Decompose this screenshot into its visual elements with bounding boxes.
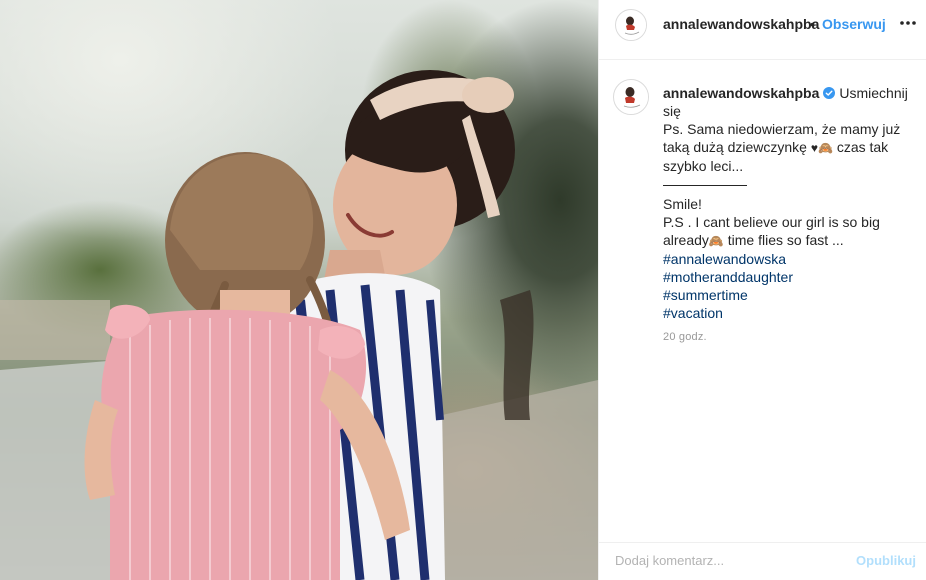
follow-button[interactable]: Obserwuj [822, 16, 886, 32]
caption-smile: Smile! [663, 196, 702, 212]
post-timestamp[interactable]: 20 godz. [663, 331, 707, 343]
caption-username[interactable]: annalewandowskahpba [663, 85, 819, 101]
post-side-panel: annalewandowskahpba • Obserwuj annalewan… [599, 0, 926, 580]
monkey-emoji-icon: 🙈 [817, 141, 833, 155]
monkey-emoji-icon: 🙈 [708, 234, 724, 248]
post-photo[interactable] [0, 0, 598, 580]
header-username[interactable]: annalewandowskahpba [663, 16, 819, 32]
photo-illustration [0, 70, 598, 580]
publish-button[interactable]: Opublikuj [856, 553, 916, 568]
comment-bar: Opublikuj [599, 542, 926, 580]
caption-avatar[interactable] [613, 79, 649, 115]
post-caption: annalewandowskahpba Usmiechnij się Ps. S… [663, 84, 908, 322]
header-separator: • [810, 16, 815, 32]
comment-input[interactable] [615, 553, 835, 568]
hashtag-link[interactable]: #vacation [663, 304, 908, 322]
avatar-logo-icon [617, 11, 646, 40]
avatar-logo-icon [615, 81, 648, 114]
caption-line-en-tail: time flies so fast ... [727, 232, 844, 248]
avatar[interactable] [615, 9, 647, 41]
hashtag-link[interactable]: #annalewandowska [663, 250, 908, 268]
post-header: annalewandowskahpba • Obserwuj [599, 0, 926, 60]
heart-icon: ♥ [810, 141, 818, 155]
hashtag-link[interactable]: #summertime [663, 286, 908, 304]
caption-divider [663, 175, 747, 186]
caption-line-en: P.S . I cant believe our girl is so big … [663, 213, 908, 250]
caption-line-pl: Ps. Sama niedowierzam, że mamy już taką … [663, 120, 908, 175]
more-options-icon[interactable] [899, 14, 917, 32]
hashtag-link[interactable]: #motheranddaughter [663, 268, 908, 286]
verified-badge-icon [823, 87, 836, 99]
